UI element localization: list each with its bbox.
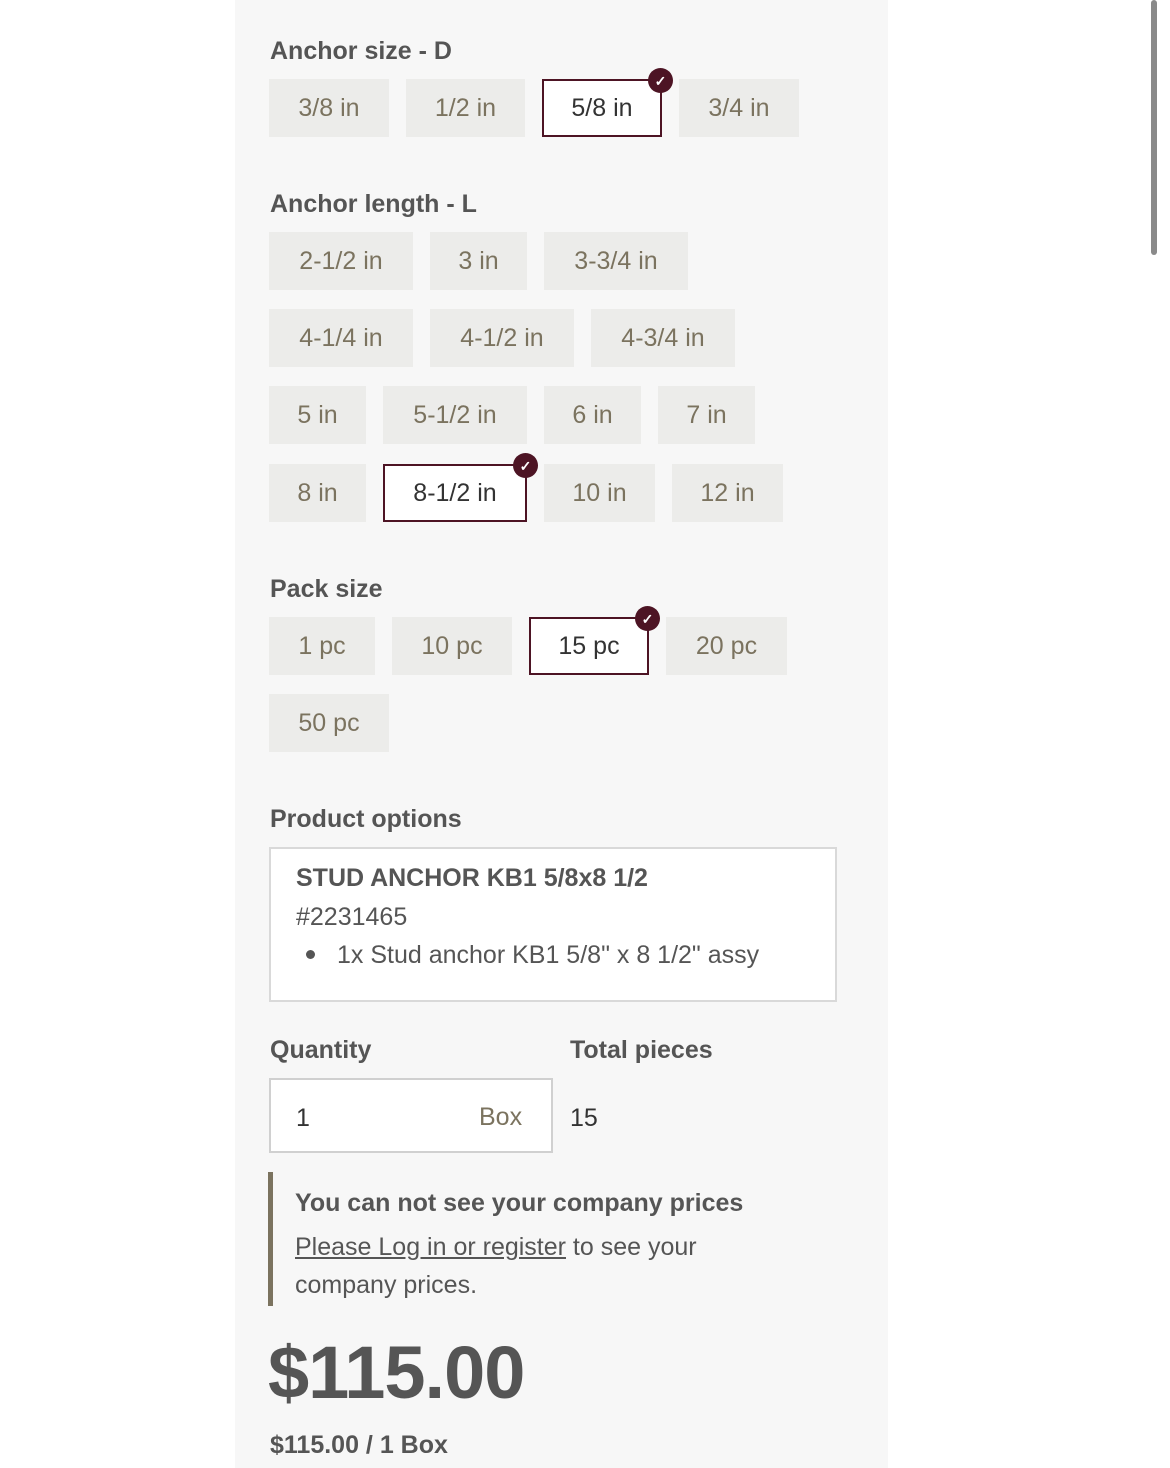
- total-price: $115.00: [268, 1331, 525, 1414]
- chip-label: 2-1/2 in: [299, 246, 383, 275]
- chip-label: 3-3/4 in: [574, 246, 658, 275]
- product-sku: #2231465: [296, 903, 408, 931]
- product-option-item: 1x Stud anchor KB1 5/8" x 8 1/2" assy: [337, 941, 760, 969]
- anchor-length-option[interactable]: 2-1/2 in: [269, 232, 413, 290]
- anchor-length-option-selected[interactable]: 8-1/2 in ✓: [383, 453, 538, 522]
- login-register-link[interactable]: Please Log in or register: [295, 1233, 566, 1261]
- chip-label: 8-1/2 in: [413, 478, 497, 507]
- anchor-length-option[interactable]: 6 in: [544, 386, 641, 444]
- chip-label: 6 in: [572, 400, 613, 429]
- product-option-title: STUD ANCHOR KB1 5/8x8 1/2: [296, 864, 648, 892]
- notice-accent-bar: [268, 1172, 273, 1306]
- checkmark-icon: ✓: [513, 453, 538, 478]
- anchor-size-option-5-8-selected[interactable]: 5/8 in ✓: [542, 68, 673, 137]
- chip-label: 4-3/4 in: [621, 323, 705, 352]
- notice-title: You can not see your company prices: [295, 1189, 744, 1217]
- pack-size-option[interactable]: 10 pc: [392, 617, 512, 675]
- product-options-label: Product options: [270, 805, 462, 833]
- chip-label: 3/8 in: [298, 93, 360, 122]
- pack-size-label: Pack size: [270, 575, 383, 603]
- anchor-length-option[interactable]: 3-3/4 in: [544, 232, 688, 290]
- chip-label: 15 pc: [558, 631, 620, 660]
- anchor-size-option-3-8[interactable]: 3/8 in: [269, 79, 389, 137]
- quantity-label: Quantity: [270, 1036, 372, 1064]
- chip-label: 12 in: [700, 478, 755, 507]
- anchor-length-label: Anchor length - L: [270, 190, 477, 218]
- chip-label: 4-1/4 in: [299, 323, 383, 352]
- pack-size-option[interactable]: 20 pc: [666, 617, 787, 675]
- chip-label: 5-1/2 in: [413, 400, 497, 429]
- anchor-length-option[interactable]: 4-1/2 in: [430, 309, 574, 367]
- chip-label: 20 pc: [695, 631, 758, 660]
- checkmark-icon: ✓: [648, 68, 673, 93]
- chip-label: 10 in: [572, 478, 627, 507]
- quantity-value[interactable]: 1: [296, 1104, 310, 1133]
- quantity-unit: Box: [479, 1103, 523, 1131]
- chip-label: 5 in: [297, 400, 338, 429]
- page-scrollbar[interactable]: [1151, 0, 1157, 255]
- anchor-length-option[interactable]: 3 in: [430, 232, 527, 290]
- anchor-size-option-3-4[interactable]: 3/4 in: [679, 79, 799, 137]
- anchor-size-label: Anchor size - D: [270, 37, 452, 65]
- chip-label: 10 pc: [421, 631, 483, 660]
- anchor-length-option[interactable]: 5-1/2 in: [383, 386, 527, 444]
- notice-text: Please Log in or register to see your co…: [295, 1228, 755, 1304]
- chip-label: 5/8 in: [571, 93, 633, 122]
- bullet-icon: [306, 950, 315, 959]
- anchor-length-option[interactable]: 4-3/4 in: [591, 309, 735, 367]
- unit-price: $115.00 / 1 Box: [270, 1431, 448, 1459]
- chip-label: 1/2 in: [434, 93, 497, 122]
- total-pieces-value: 15: [570, 1104, 598, 1132]
- pack-size-option[interactable]: 1 pc: [269, 617, 375, 675]
- checkmark-icon: ✓: [635, 606, 660, 631]
- chip-label: 3 in: [458, 246, 499, 275]
- chip-label: 8 in: [297, 478, 338, 507]
- chip-label: 1 pc: [298, 631, 346, 660]
- pack-size-option[interactable]: 50 pc: [269, 694, 389, 752]
- anchor-length-option[interactable]: 4-1/4 in: [269, 309, 413, 367]
- anchor-size-option-1-2[interactable]: 1/2 in: [406, 79, 525, 137]
- anchor-length-option[interactable]: 8 in: [269, 464, 366, 522]
- chip-label: 50 pc: [298, 708, 360, 737]
- anchor-length-option[interactable]: 10 in: [544, 464, 655, 522]
- total-pieces-label: Total pieces: [570, 1036, 713, 1064]
- chip-label: 3/4 in: [708, 93, 770, 122]
- chip-label: 7 in: [686, 400, 727, 429]
- anchor-length-option[interactable]: 12 in: [672, 464, 783, 522]
- anchor-length-option[interactable]: 5 in: [269, 386, 366, 444]
- pack-size-option-selected[interactable]: 15 pc ✓: [529, 606, 660, 675]
- anchor-length-option[interactable]: 7 in: [658, 386, 755, 444]
- chip-label: 4-1/2 in: [460, 323, 544, 352]
